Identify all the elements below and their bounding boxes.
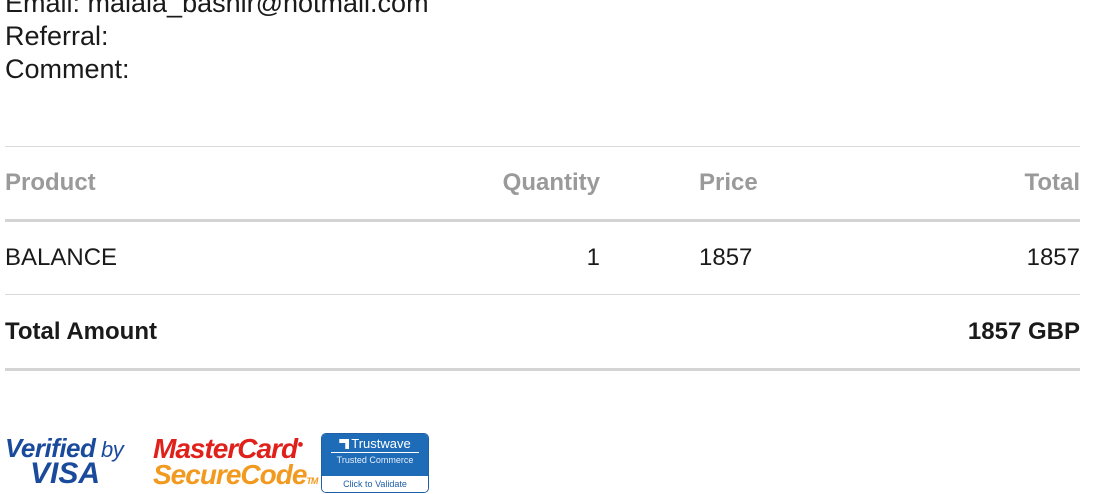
row-product: BALANCE: [5, 244, 118, 271]
trustwave-mark-icon: [339, 439, 350, 449]
total-amount-value: 1857 GBP: [967, 317, 1080, 345]
table-header-row: Product Quantity Price Total: [5, 146, 1080, 221]
total-amount-row: Total Amount 1857 GBP: [5, 295, 1080, 370]
verified-by-visa-logo: Verified by VISA: [5, 433, 124, 490]
row-quantity: 1: [586, 244, 600, 271]
header-total: Total: [1024, 169, 1080, 196]
click-to-validate-link[interactable]: Click to Validate: [322, 476, 428, 492]
row-total: 1857: [1026, 244, 1080, 271]
customer-info: Email: malala_bashir@hotmail.com Referra…: [5, 0, 429, 86]
header-quantity: Quantity: [502, 169, 600, 196]
email-line: Email: malala_bashir@hotmail.com: [5, 0, 429, 18]
trustwave-seal[interactable]: Trustwave Trusted Commerce Click to Vali…: [321, 433, 429, 493]
total-amount-label: Total Amount: [5, 317, 157, 345]
table-row: BALANCE 1 1857 1857: [5, 221, 1080, 295]
comment-line: Comment:: [5, 54, 130, 84]
row-price: 1857: [699, 244, 753, 271]
header-price: Price: [699, 169, 758, 196]
referral-line: Referral:: [5, 21, 109, 51]
header-product: Product: [5, 169, 96, 196]
mastercard-securecode-logo: MasterCard● SecureCodeTM: [153, 433, 318, 490]
payment-security-badges: Verified by VISA MasterCard● SecureCodeT…: [5, 433, 429, 493]
order-table: Product Quantity Price Total BALANCE 1 1…: [5, 146, 1080, 371]
